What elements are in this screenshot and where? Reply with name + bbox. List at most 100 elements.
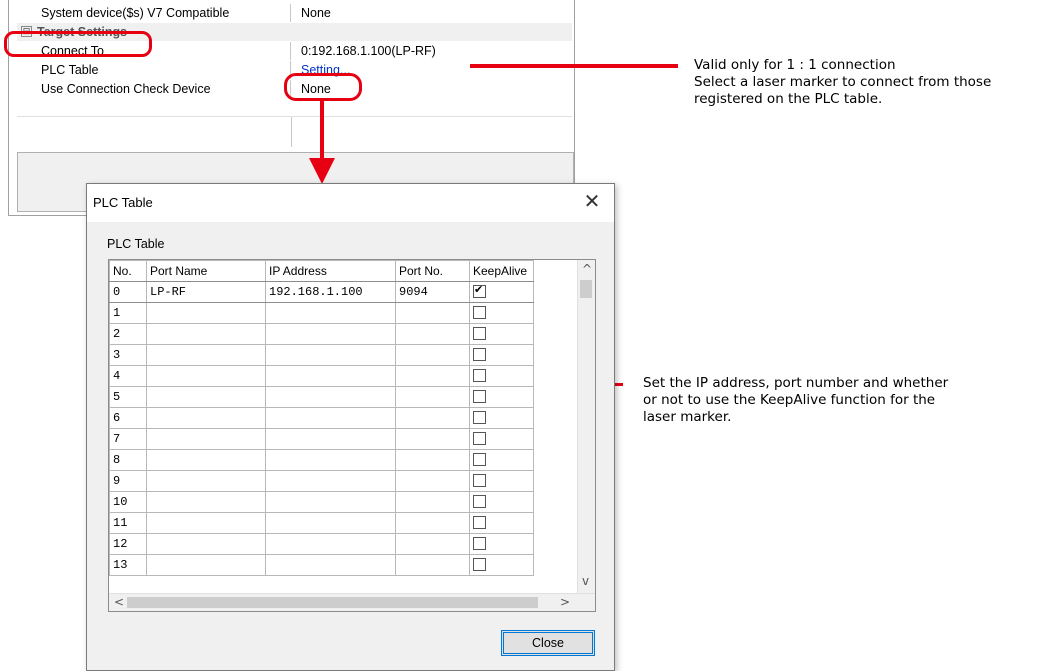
dialog-titlebar[interactable]: PLC Table ✕ [87,184,614,222]
cell-ip-address[interactable] [265,491,396,513]
column-header-port-name[interactable]: Port Name [146,260,266,282]
table-row[interactable]: 10 [109,491,534,513]
cell-ip-address[interactable] [265,449,396,471]
cell-keepalive[interactable] [469,281,534,303]
keepalive-checkbox[interactable] [473,369,486,383]
property-row-system-device[interactable]: System device($s) V7 Compatible None [17,4,572,22]
cell-no[interactable]: 6 [109,407,147,429]
cell-no[interactable]: 10 [109,491,147,513]
keepalive-checkbox[interactable] [473,348,486,362]
cell-keepalive[interactable] [469,365,534,387]
cell-port-no[interactable] [395,323,470,345]
cell-keepalive[interactable] [469,323,534,345]
table-row[interactable]: 6 [109,407,534,429]
cell-keepalive[interactable] [469,428,534,450]
column-header-no[interactable]: No. [109,260,147,282]
cell-port-name[interactable] [146,491,266,513]
cell-ip-address[interactable] [265,344,396,366]
table-row[interactable]: 11 [109,512,534,534]
table-row[interactable]: 4 [109,365,534,387]
cell-keepalive[interactable] [469,470,534,492]
cell-port-no[interactable] [395,302,470,324]
table-row[interactable]: 7 [109,428,534,450]
cell-port-no[interactable] [395,386,470,408]
plc-table-grid[interactable]: No. Port Name IP Address Port No. KeepAl… [108,259,596,612]
scroll-left-icon[interactable]: < [114,595,124,609]
cell-ip-address[interactable] [265,407,396,429]
cell-no[interactable]: 7 [109,428,147,450]
scrollbar-thumb[interactable] [580,280,592,298]
cell-keepalive[interactable] [469,491,534,513]
cell-no[interactable]: 2 [109,323,147,345]
keepalive-checkbox[interactable] [473,390,486,404]
keepalive-checkbox[interactable] [473,558,486,572]
table-row[interactable]: 9 [109,470,534,492]
horizontal-scrollbar[interactable]: < > [109,593,595,611]
cell-ip-address[interactable] [265,365,396,387]
table-row[interactable]: 13 [109,554,534,576]
keepalive-checkbox[interactable] [473,537,486,551]
cell-port-name[interactable] [146,323,266,345]
cell-no[interactable]: 1 [109,302,147,324]
scrollbar-thumb[interactable] [127,597,538,608]
cell-port-name[interactable] [146,512,266,534]
column-header-port-no[interactable]: Port No. [395,260,470,282]
cell-port-name[interactable] [146,302,266,324]
cell-ip-address[interactable] [265,470,396,492]
cell-ip-address[interactable] [265,533,396,555]
cell-port-name[interactable] [146,407,266,429]
cell-port-no[interactable] [395,512,470,534]
cell-keepalive[interactable] [469,533,534,555]
scroll-down-icon[interactable]: v [582,574,589,588]
cell-no[interactable]: 13 [109,554,147,576]
keepalive-checkbox[interactable] [473,411,486,425]
table-row[interactable]: 3 [109,344,534,366]
cell-ip-address[interactable] [265,386,396,408]
cell-port-name[interactable] [146,470,266,492]
scroll-right-icon[interactable]: > [560,595,570,609]
column-header-keepalive[interactable]: KeepAlive [469,260,534,282]
keepalive-checkbox[interactable] [473,516,486,530]
cell-port-name[interactable]: LP-RF [146,281,266,303]
cell-no[interactable]: 8 [109,449,147,471]
scroll-up-icon[interactable]: ^ [582,262,592,276]
cell-no[interactable]: 12 [109,533,147,555]
property-value[interactable]: 0:192.168.1.100(LP-RF) [301,42,436,60]
cell-port-no[interactable] [395,470,470,492]
property-value[interactable]: None [301,4,331,22]
cell-port-name[interactable] [146,554,266,576]
cell-keepalive[interactable] [469,512,534,534]
keepalive-checkbox[interactable] [473,495,486,509]
close-icon[interactable]: ✕ [580,190,604,214]
cell-ip-address[interactable]: 192.168.1.100 [265,281,396,303]
table-row[interactable]: 5 [109,386,534,408]
cell-port-no[interactable] [395,365,470,387]
cell-keepalive[interactable] [469,449,534,471]
keepalive-checkbox[interactable] [473,453,486,467]
cell-no[interactable]: 11 [109,512,147,534]
table-row[interactable]: 8 [109,449,534,471]
cell-port-name[interactable] [146,344,266,366]
cell-keepalive[interactable] [469,302,534,324]
vertical-scrollbar[interactable]: ^ v [577,260,595,594]
cell-port-name[interactable] [146,449,266,471]
cell-no[interactable]: 4 [109,365,147,387]
cell-keepalive[interactable] [469,344,534,366]
close-button[interactable]: Close [501,630,595,656]
cell-ip-address[interactable] [265,512,396,534]
cell-keepalive[interactable] [469,554,534,576]
cell-port-no[interactable] [395,407,470,429]
cell-keepalive[interactable] [469,407,534,429]
table-row[interactable]: 0 LP-RF 192.168.1.100 9094 [109,281,534,303]
table-row[interactable]: 1 [109,302,534,324]
cell-ip-address[interactable] [265,323,396,345]
cell-port-name[interactable] [146,533,266,555]
cell-port-no[interactable] [395,344,470,366]
cell-port-name[interactable] [146,365,266,387]
cell-ip-address[interactable] [265,554,396,576]
cell-port-name[interactable] [146,428,266,450]
keepalive-checkbox[interactable] [473,327,486,341]
column-header-ip-address[interactable]: IP Address [265,260,396,282]
cell-no[interactable]: 3 [109,344,147,366]
cell-no[interactable]: 0 [109,281,147,303]
